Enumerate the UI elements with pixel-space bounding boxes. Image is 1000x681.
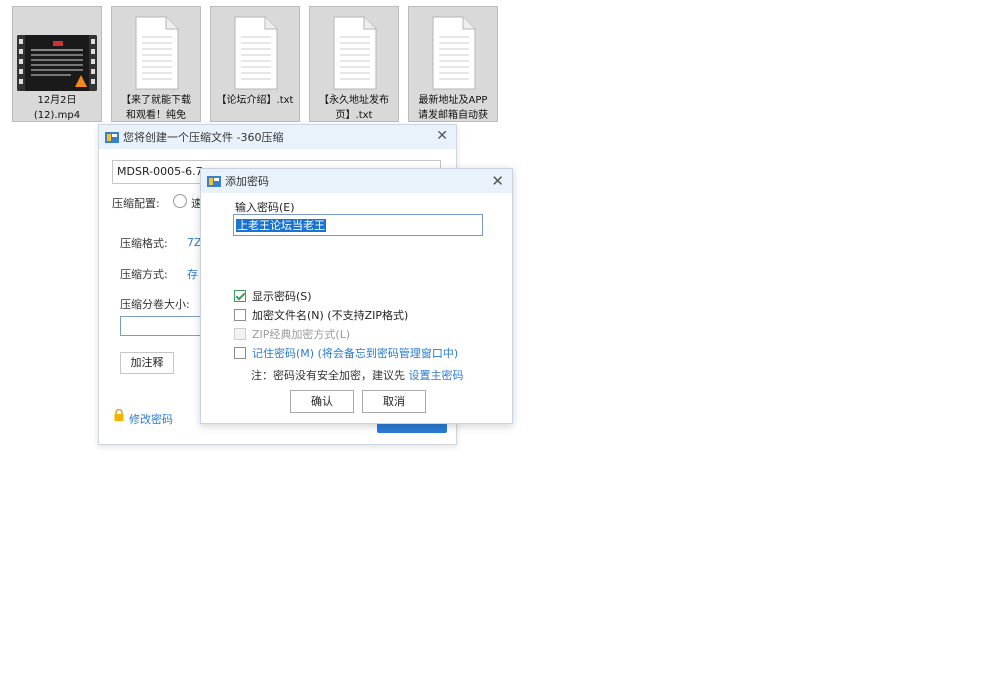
file-name: 【论坛介绍】.txt	[216, 95, 294, 106]
compress-dialog-title: 您将创建一个压缩文件 -360压缩	[123, 131, 284, 144]
file-tile-text-4[interactable]: 最新地址及APP 请发邮箱自动获	[408, 6, 498, 122]
file-name: 12月2日 (12).mp4	[33, 95, 81, 121]
text-file-icon	[333, 16, 377, 90]
password-dialog-title: 添加密码	[225, 175, 269, 188]
volume-size-input[interactable]	[120, 316, 210, 336]
config-radio[interactable]	[173, 194, 187, 208]
show-password-option[interactable]: 显示密码(S)	[234, 288, 312, 304]
cancel-button[interactable]: 取消	[362, 390, 426, 413]
remember-password-checkbox[interactable]	[234, 347, 246, 359]
password-input-label: 输入密码(E)	[235, 201, 295, 214]
encrypt-filename-option[interactable]: 加密文件名(N) (不支持ZIP格式)	[234, 307, 408, 323]
close-icon[interactable]: ✕	[436, 128, 448, 144]
zip-classic-option: ZIP经典加密方式(L)	[234, 326, 350, 342]
format-label: 压缩格式:	[120, 237, 168, 250]
modify-password-link[interactable]: 修改密码	[129, 411, 173, 427]
set-master-password-link[interactable]: 设置主密码	[409, 369, 464, 382]
password-input[interactable]: 上老王论坛当老王	[233, 214, 483, 236]
method-label: 压缩方式:	[120, 268, 168, 281]
remember-password-option[interactable]: 记住密码(M) (将会备忘到密码管理窗口中)	[234, 345, 458, 361]
remember-password-label: 记住密码(M) (将会备忘到密码管理窗口中)	[252, 347, 459, 360]
method-value[interactable]: 存	[187, 266, 198, 282]
password-dialog-titlebar[interactable]: 添加密码 ✕	[201, 169, 512, 193]
file-name: 【永久地址发布 页】.txt	[319, 95, 389, 121]
file-tile-text-3[interactable]: 【永久地址发布 页】.txt	[309, 6, 399, 122]
show-password-label: 显示密码(S)	[252, 290, 312, 303]
encrypt-filename-checkbox[interactable]	[234, 309, 246, 321]
encrypt-filename-label: 加密文件名(N) (不支持ZIP格式)	[252, 309, 409, 322]
file-name: 【来了就能下载 和观看！纯免	[121, 95, 191, 121]
file-tile-text-2[interactable]: 【论坛介绍】.txt	[210, 6, 300, 122]
archive-app-icon	[207, 176, 221, 187]
config-label: 压缩配置:	[112, 197, 160, 210]
lock-icon	[114, 409, 124, 421]
close-icon[interactable]: ✕	[491, 172, 504, 190]
confirm-button[interactable]: 确认	[290, 390, 354, 413]
file-tile-video[interactable]: 12月2日 (12).mp4	[12, 6, 102, 122]
zip-classic-checkbox	[234, 328, 246, 340]
text-file-icon	[135, 16, 179, 90]
archive-app-icon	[105, 132, 119, 143]
file-tile-text-1[interactable]: 【来了就能下载 和观看！纯免	[111, 6, 201, 122]
zip-classic-label: ZIP经典加密方式(L)	[252, 328, 351, 341]
show-password-checkbox[interactable]	[234, 290, 246, 302]
compress-dialog-titlebar[interactable]: 您将创建一个压缩文件 -360压缩 ✕	[99, 125, 456, 149]
password-value: 上老王论坛当老王	[236, 219, 326, 232]
file-name: 最新地址及APP 请发邮箱自动获	[418, 95, 488, 121]
security-note: 注：密码没有安全加密，建议先 设置主密码	[251, 367, 464, 383]
add-password-dialog: 添加密码 ✕ 输入密码(E) 上老王论坛当老王 显示密码(S) 加密文件名(N)…	[200, 168, 513, 424]
text-file-icon	[234, 16, 278, 90]
text-file-icon	[432, 16, 476, 90]
add-comment-button[interactable]: 加注释	[120, 352, 174, 374]
start-compress-button[interactable]	[377, 423, 447, 433]
video-file-icon	[17, 35, 97, 91]
security-note-text: 注：密码没有安全加密，建议先	[251, 369, 409, 382]
volume-size-label: 压缩分卷大小:	[120, 298, 190, 311]
